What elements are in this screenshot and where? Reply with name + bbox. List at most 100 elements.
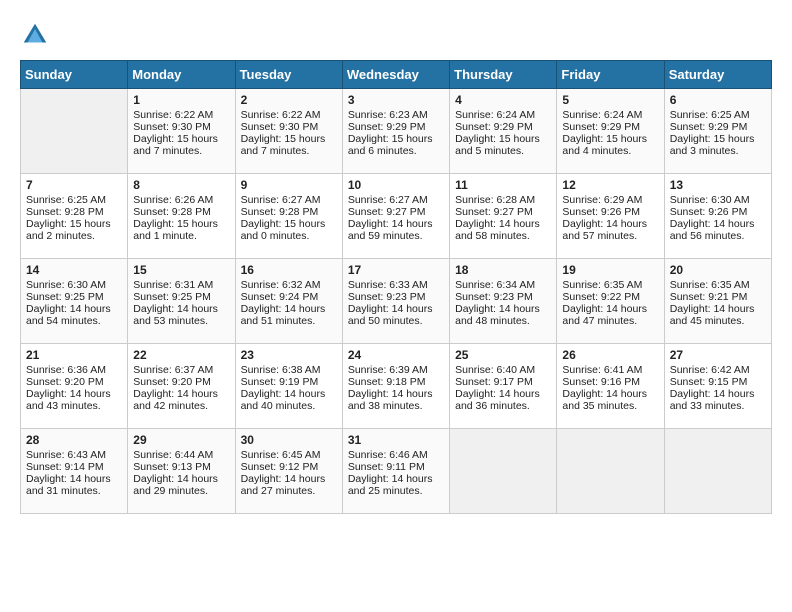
daylight-text: Daylight: 14 hours and 35 minutes. [562,388,658,412]
logo [20,20,55,50]
daylight-text: Daylight: 14 hours and 47 minutes. [562,303,658,327]
sunrise-text: Sunrise: 6:42 AM [670,364,766,376]
calendar-cell [664,429,771,514]
calendar-cell: 18Sunrise: 6:34 AMSunset: 9:23 PMDayligh… [450,259,557,344]
sunset-text: Sunset: 9:14 PM [26,461,122,473]
daylight-text: Daylight: 14 hours and 38 minutes. [348,388,444,412]
day-number: 4 [455,93,551,107]
sunrise-text: Sunrise: 6:30 AM [670,194,766,206]
calendar-cell: 28Sunrise: 6:43 AMSunset: 9:14 PMDayligh… [21,429,128,514]
calendar-cell: 29 Sunrise: 6:44 AMSunset: 9:13 PMDayligh… [128,429,235,514]
sunrise-text: Sunrise: 6:44 AM [133,449,229,461]
daylight-text: Daylight: 15 hours and 4 minutes. [562,133,658,157]
day-number: 26 [562,348,658,362]
daylight-text: Daylight: 15 hours and 0 minutes. [241,218,337,242]
calendar-cell: 8Sunrise: 6:26 AMSunset: 9:28 PMDaylight… [128,174,235,259]
day-number: 24 [348,348,444,362]
sunrise-text: Sunrise: 6:29 AM [562,194,658,206]
calendar-cell: 16Sunrise: 6:32 AMSunset: 9:24 PMDayligh… [235,259,342,344]
daylight-text: Daylight: 15 hours and 3 minutes. [670,133,766,157]
sunrise-text: Sunrise: 6:37 AM [133,364,229,376]
calendar-cell: 5Sunrise: 6:24 AMSunset: 9:29 PMDaylight… [557,89,664,174]
sunrise-text: Sunrise: 6:25 AM [26,194,122,206]
day-number: 14 [26,263,122,277]
day-number: 11 [455,178,551,192]
calendar-cell: 21Sunrise: 6:36 AMSunset: 9:20 PMDayligh… [21,344,128,429]
sunrise-text: Sunrise: 6:38 AM [241,364,337,376]
calendar-cell: 6Sunrise: 6:25 AMSunset: 9:29 PMDaylight… [664,89,771,174]
sunset-text: Sunset: 9:29 PM [455,121,551,133]
sunrise-text: Sunrise: 6:41 AM [562,364,658,376]
sunset-text: Sunset: 9:20 PM [26,376,122,388]
day-number: 31 [348,433,444,447]
page-header [20,20,772,50]
day-number: 30 [241,433,337,447]
daylight-text: Daylight: 14 hours and 31 minutes. [26,473,122,497]
day-number: 15 [133,263,229,277]
sunrise-text: Sunrise: 6:28 AM [455,194,551,206]
day-number: 12 [562,178,658,192]
sunrise-text: Sunrise: 6:23 AM [348,109,444,121]
day-number: 8 [133,178,229,192]
daylight-text: Daylight: 14 hours and 58 minutes. [455,218,551,242]
sunset-text: Sunset: 9:20 PM [133,376,229,388]
calendar-cell: 25Sunrise: 6:40 AMSunset: 9:17 PMDayligh… [450,344,557,429]
calendar-week-row: 28Sunrise: 6:43 AMSunset: 9:14 PMDayligh… [21,429,772,514]
weekday-header: Tuesday [235,61,342,89]
day-number: 10 [348,178,444,192]
day-number: 13 [670,178,766,192]
daylight-text: Daylight: 14 hours and 33 minutes. [670,388,766,412]
sunrise-text: Sunrise: 6:24 AM [455,109,551,121]
calendar-cell: 31Sunrise: 6:46 AMSunset: 9:11 PMDayligh… [342,429,449,514]
calendar-cell: 14Sunrise: 6:30 AMSunset: 9:25 PMDayligh… [21,259,128,344]
day-number: 20 [670,263,766,277]
daylight-text: Daylight: 14 hours and 50 minutes. [348,303,444,327]
sunset-text: Sunset: 9:18 PM [348,376,444,388]
sunset-text: Sunset: 9:25 PM [133,291,229,303]
day-number: 2 [241,93,337,107]
day-number: 27 [670,348,766,362]
calendar-week-row: 14Sunrise: 6:30 AMSunset: 9:25 PMDayligh… [21,259,772,344]
calendar-header: SundayMondayTuesdayWednesdayThursdayFrid… [21,61,772,89]
calendar-cell: 23Sunrise: 6:38 AMSunset: 9:19 PMDayligh… [235,344,342,429]
calendar-cell: 17Sunrise: 6:33 AMSunset: 9:23 PMDayligh… [342,259,449,344]
calendar-week-row: 1Sunrise: 6:22 AMSunset: 9:30 PMDaylight… [21,89,772,174]
calendar-week-row: 7Sunrise: 6:25 AMSunset: 9:28 PMDaylight… [21,174,772,259]
calendar-table: SundayMondayTuesdayWednesdayThursdayFrid… [20,60,772,514]
sunset-text: Sunset: 9:29 PM [348,121,444,133]
sunset-text: Sunset: 9:24 PM [241,291,337,303]
sunset-text: Sunset: 9:13 PM [133,461,229,473]
sunset-text: Sunset: 9:12 PM [241,461,337,473]
calendar-cell: 2Sunrise: 6:22 AMSunset: 9:30 PMDaylight… [235,89,342,174]
sunrise-text: Sunrise: 6:36 AM [26,364,122,376]
calendar-cell: 20Sunrise: 6:35 AMSunset: 9:21 PMDayligh… [664,259,771,344]
weekday-header: Wednesday [342,61,449,89]
sunrise-text: Sunrise: 6:34 AM [455,279,551,291]
day-number: 1 [133,93,229,107]
sunset-text: Sunset: 9:27 PM [348,206,444,218]
calendar-cell: 12Sunrise: 6:29 AMSunset: 9:26 PMDayligh… [557,174,664,259]
sunset-text: Sunset: 9:28 PM [241,206,337,218]
sunset-text: Sunset: 9:25 PM [26,291,122,303]
daylight-text: Daylight: 15 hours and 7 minutes. [241,133,337,157]
sunset-text: Sunset: 9:21 PM [670,291,766,303]
sunrise-text: Sunrise: 6:43 AM [26,449,122,461]
calendar-cell: 7Sunrise: 6:25 AMSunset: 9:28 PMDaylight… [21,174,128,259]
daylight-text: Daylight: 14 hours and 29 minutes. [133,473,229,497]
daylight-text: Daylight: 14 hours and 57 minutes. [562,218,658,242]
sunset-text: Sunset: 9:15 PM [670,376,766,388]
day-number: 6 [670,93,766,107]
daylight-text: Daylight: 15 hours and 6 minutes. [348,133,444,157]
weekday-header: Friday [557,61,664,89]
daylight-text: Daylight: 14 hours and 25 minutes. [348,473,444,497]
day-number: 29 [133,433,229,447]
calendar-cell: 30Sunrise: 6:45 AMSunset: 9:12 PMDayligh… [235,429,342,514]
day-number: 23 [241,348,337,362]
sunrise-text: Sunrise: 6:22 AM [133,109,229,121]
sunset-text: Sunset: 9:16 PM [562,376,658,388]
weekday-header: Sunday [21,61,128,89]
sunrise-text: Sunrise: 6:32 AM [241,279,337,291]
calendar-cell: 11Sunrise: 6:28 AMSunset: 9:27 PMDayligh… [450,174,557,259]
sunset-text: Sunset: 9:29 PM [670,121,766,133]
weekday-header: Monday [128,61,235,89]
